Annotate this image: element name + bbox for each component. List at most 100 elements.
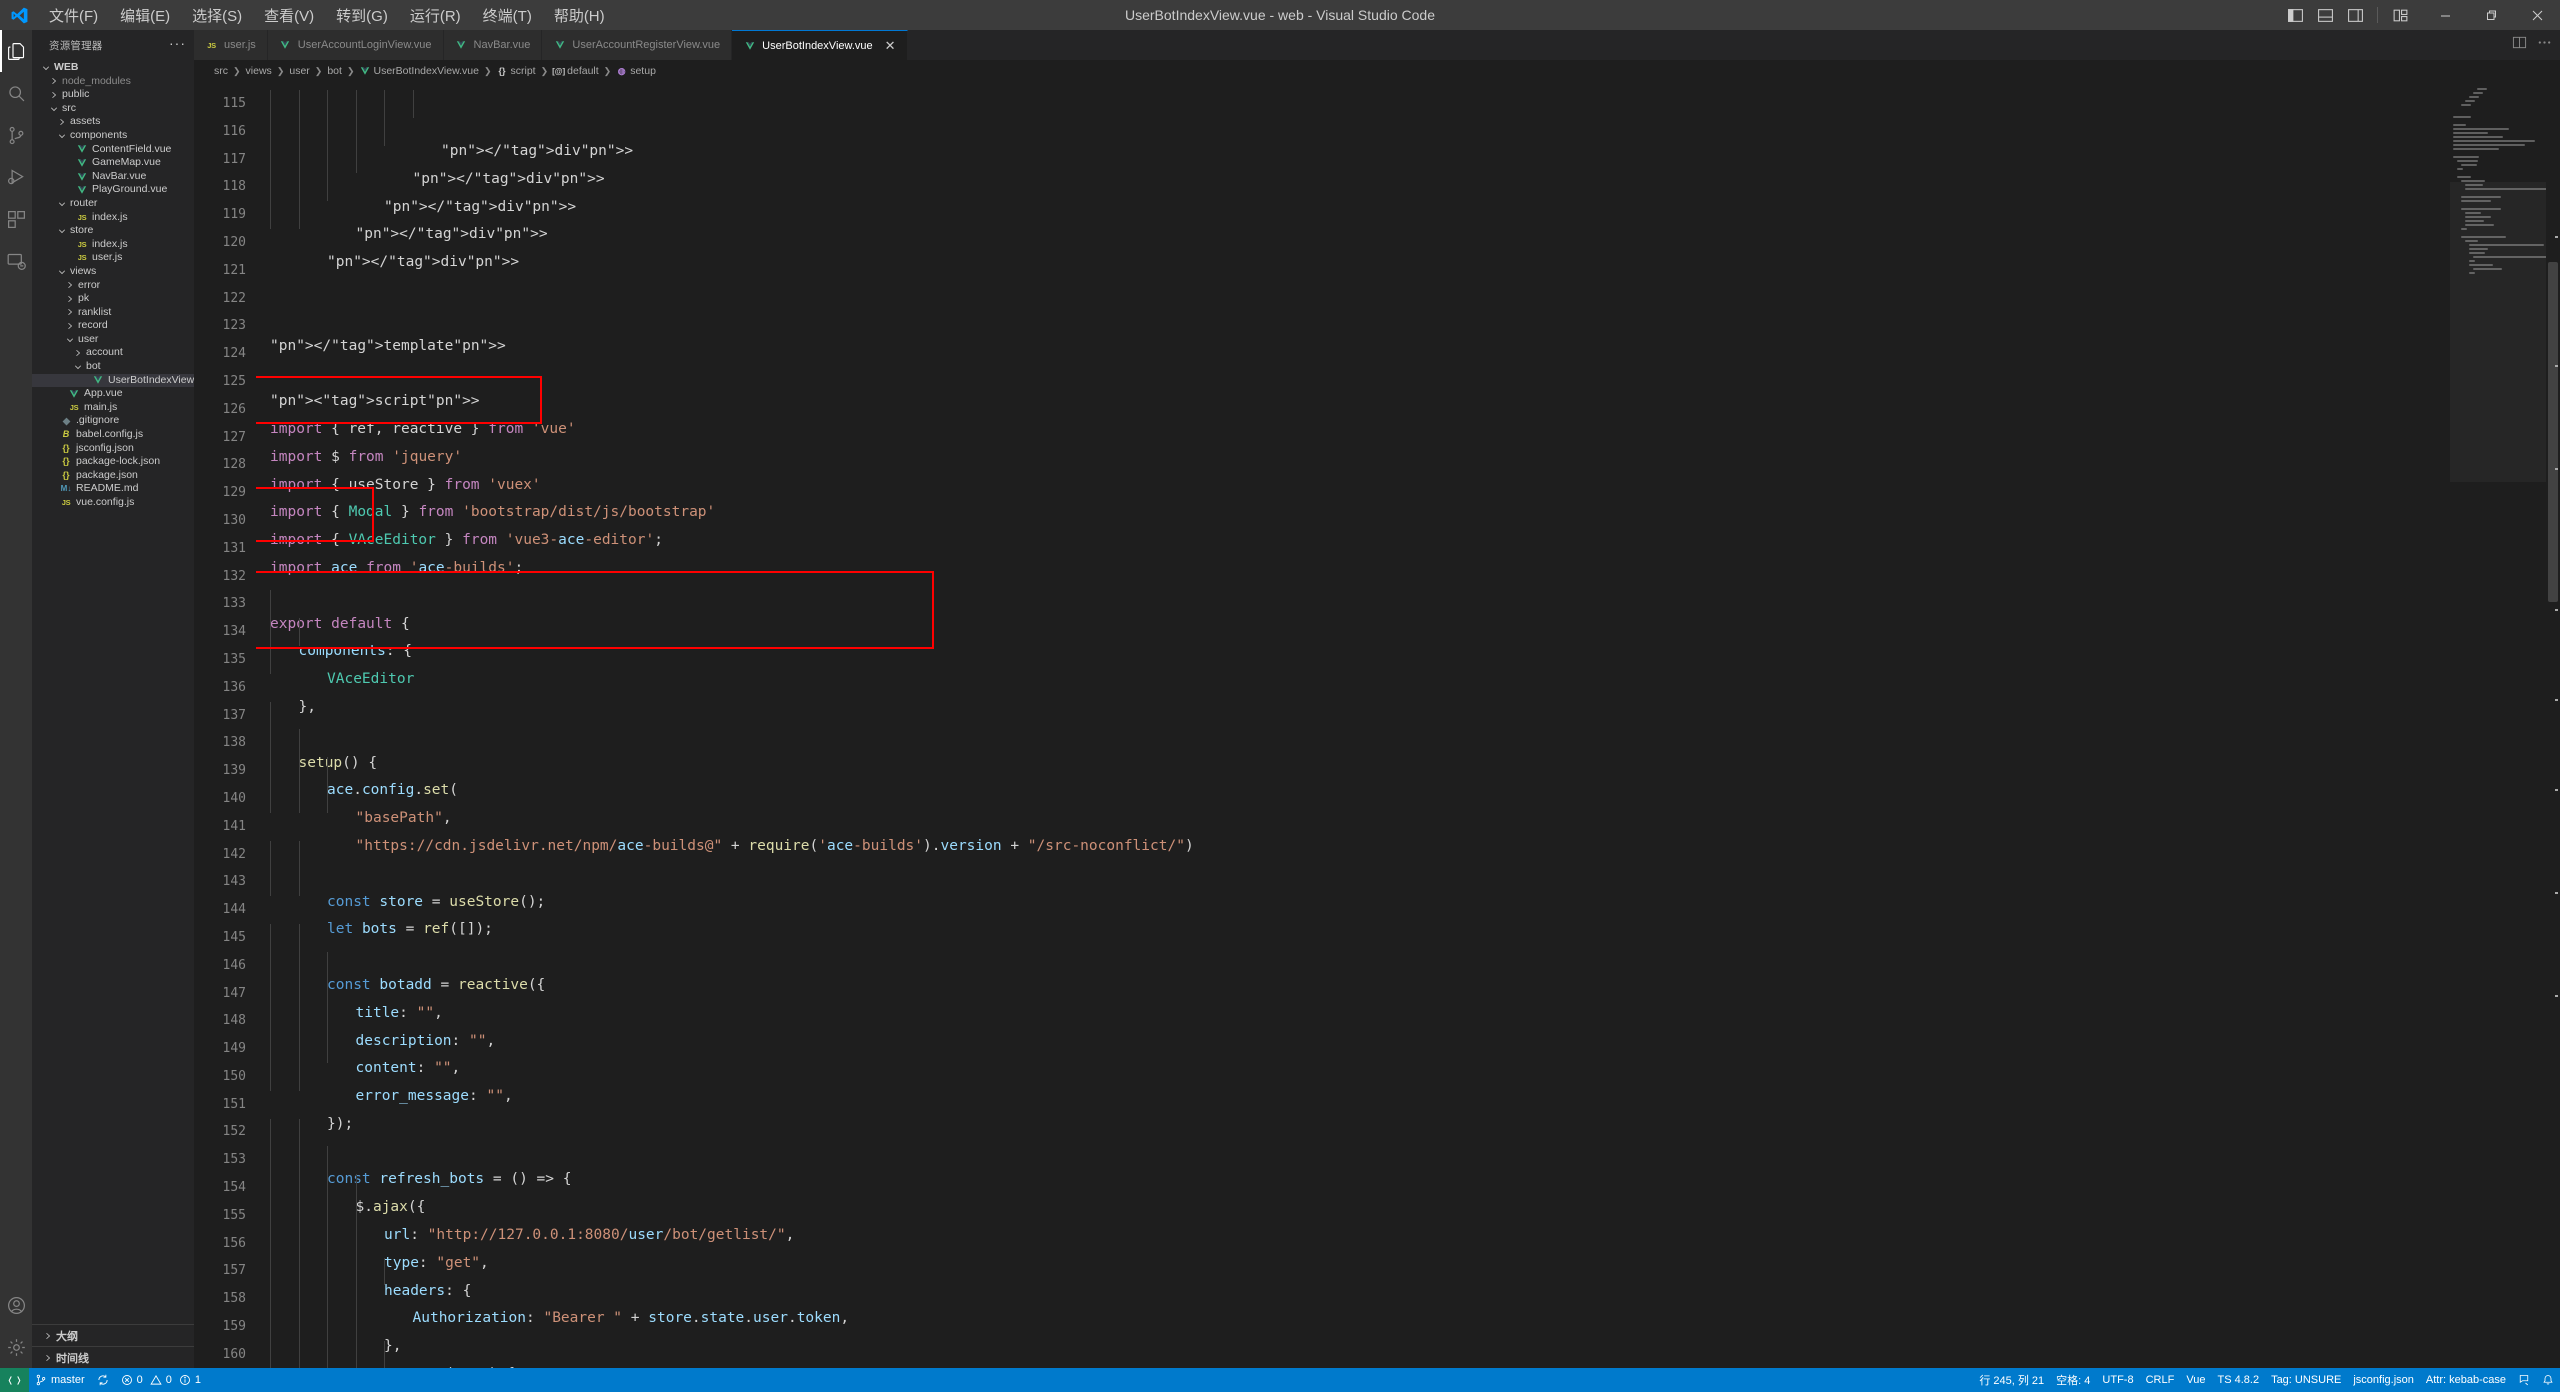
- tree-file[interactable]: NavBar.vue: [32, 170, 194, 184]
- outline-panel-header[interactable]: 大纲: [32, 1324, 194, 1346]
- code-line[interactable]: "pn"></"tag">div"pn">>: [256, 138, 2450, 166]
- tree-folder[interactable]: public: [32, 88, 194, 102]
- tree-folder[interactable]: bot: [32, 360, 194, 374]
- code-line[interactable]: "pn"></"tag">template"pn">>: [256, 333, 2450, 361]
- code-line[interactable]: description: "",: [256, 1028, 2450, 1056]
- editor-vertical-scrollbar[interactable]: [2546, 82, 2560, 1368]
- minimize-button[interactable]: [2422, 0, 2468, 30]
- maximize-button[interactable]: [2468, 0, 2514, 30]
- status-attr[interactable]: Attr: kebab-case: [2420, 1368, 2512, 1392]
- tree-folder[interactable]: record: [32, 319, 194, 333]
- code-line[interactable]: [256, 944, 2450, 972]
- tree-file[interactable]: ContentField.vue: [32, 143, 194, 157]
- status-sync[interactable]: [91, 1368, 115, 1392]
- code-line[interactable]: "pn"></"tag">div"pn">>: [256, 249, 2450, 277]
- tree-folder[interactable]: user: [32, 333, 194, 347]
- tree-file[interactable]: GameMap.vue: [32, 156, 194, 170]
- code-line[interactable]: "https://cdn.jsdelivr.net/npm/ace-builds…: [256, 833, 2450, 861]
- tree-file[interactable]: JS index.js: [32, 211, 194, 225]
- customize-layout-icon[interactable]: [2386, 2, 2414, 28]
- tab-close-icon[interactable]: ✕: [885, 39, 896, 52]
- menu-selection[interactable]: 选择(S): [181, 1, 253, 30]
- tree-folder[interactable]: pk: [32, 292, 194, 306]
- tree-file[interactable]: JS vue.config.js: [32, 496, 194, 510]
- code-line[interactable]: },: [256, 694, 2450, 722]
- code-line[interactable]: "pn"></"tag">div"pn">>: [256, 194, 2450, 222]
- activity-search[interactable]: [0, 72, 32, 114]
- tree-file[interactable]: Bbabel.config.js: [32, 428, 194, 442]
- tree-file[interactable]: M↓ README.md: [32, 482, 194, 496]
- breadcrumb-item[interactable]: views: [246, 65, 272, 77]
- code-line[interactable]: "pn"><"tag">script"pn">>: [256, 388, 2450, 416]
- menu-view[interactable]: 查看(V): [253, 1, 325, 30]
- tree-file[interactable]: JS main.js: [32, 401, 194, 415]
- status-problems[interactable]: 0 0 1: [115, 1368, 207, 1392]
- tree-folder[interactable]: router: [32, 197, 194, 211]
- code-line[interactable]: url: "http://127.0.0.1:8080/user/bot/get…: [256, 1222, 2450, 1250]
- code-line[interactable]: "basePath",: [256, 805, 2450, 833]
- code-line[interactable]: content: "",: [256, 1055, 2450, 1083]
- code-line[interactable]: title: "",: [256, 1000, 2450, 1028]
- code-line[interactable]: const store = useStore();: [256, 889, 2450, 917]
- code-line[interactable]: });: [256, 1111, 2450, 1139]
- tree-folder[interactable]: store: [32, 224, 194, 238]
- code-editor[interactable]: 115 116 117 118 119 120 121 122 123 124 125 126 127 1…: [194, 82, 2560, 1368]
- code-line[interactable]: import { useStore } from 'vuex': [256, 472, 2450, 500]
- editor-tab[interactable]: JS user.js: [194, 30, 268, 60]
- tree-folder[interactable]: views: [32, 265, 194, 279]
- activity-source-control[interactable]: [0, 114, 32, 156]
- breadcrumb-item[interactable]: ◍ setup: [616, 65, 656, 77]
- menu-run[interactable]: 运行(R): [399, 1, 472, 30]
- code-line[interactable]: "pn"></"tag">div"pn">>: [256, 221, 2450, 249]
- code-line[interactable]: error_message: "",: [256, 1083, 2450, 1111]
- timeline-panel-header[interactable]: 时间线: [32, 1346, 194, 1368]
- tree-folder[interactable]: WEB: [32, 61, 194, 75]
- code-line[interactable]: import $ from 'jquery': [256, 444, 2450, 472]
- tree-folder[interactable]: src: [32, 102, 194, 116]
- breadcrumb-item[interactable]: {} script: [497, 65, 535, 77]
- editor-tab[interactable]: UserAccountRegisterView.vue: [542, 30, 733, 60]
- code-line[interactable]: [256, 583, 2450, 611]
- remote-indicator[interactable]: [0, 1368, 29, 1392]
- status-jsconfig[interactable]: jsconfig.json: [2347, 1368, 2420, 1392]
- minimap[interactable]: [2450, 82, 2546, 1368]
- menu-help[interactable]: 帮助(H): [543, 1, 616, 30]
- code-line[interactable]: [256, 1139, 2450, 1167]
- tree-file[interactable]: {} jsconfig.json: [32, 442, 194, 456]
- code-line[interactable]: const refresh_bots = () => {: [256, 1166, 2450, 1194]
- code-line[interactable]: [256, 277, 2450, 305]
- code-line[interactable]: headers: {: [256, 1278, 2450, 1306]
- code-line[interactable]: import { Modal } from 'bootstrap/dist/js…: [256, 499, 2450, 527]
- code-line[interactable]: VAceEditor: [256, 666, 2450, 694]
- status-indentation[interactable]: 空格: 4: [2050, 1368, 2096, 1392]
- tree-file[interactable]: JS user.js: [32, 251, 194, 265]
- code-line[interactable]: setup() {: [256, 750, 2450, 778]
- breadcrumb-item[interactable]: UserBotIndexView.vue: [360, 65, 479, 77]
- breadcrumb-item[interactable]: [@] default: [552, 65, 599, 77]
- code-line[interactable]: components: {: [256, 638, 2450, 666]
- tree-folder[interactable]: account: [32, 346, 194, 360]
- code-line[interactable]: success(resp) {: [256, 1361, 2450, 1368]
- activity-accounts[interactable]: [0, 1284, 32, 1326]
- status-bell-icon[interactable]: [2536, 1368, 2560, 1392]
- breadcrumb-item[interactable]: bot: [327, 65, 342, 77]
- tree-folder[interactable]: error: [32, 279, 194, 293]
- code-line[interactable]: Authorization: "Bearer " + store.state.u…: [256, 1305, 2450, 1333]
- status-branch[interactable]: master: [29, 1368, 91, 1392]
- code-content[interactable]: "pn"></"tag">div"pn">> "pn"></"tag">div"p…: [256, 82, 2450, 1368]
- code-line[interactable]: type: "get",: [256, 1250, 2450, 1278]
- tree-file[interactable]: JS index.js: [32, 238, 194, 252]
- activity-remote-explorer[interactable]: [0, 240, 32, 282]
- menu-go[interactable]: 转到(G): [325, 1, 399, 30]
- code-line[interactable]: $.ajax({: [256, 1194, 2450, 1222]
- tree-folder[interactable]: components: [32, 129, 194, 143]
- menu-file[interactable]: 文件(F): [38, 1, 109, 30]
- editor-tab[interactable]: UserBotIndexView.vue ✕: [732, 30, 908, 60]
- split-editor-icon[interactable]: [2512, 35, 2527, 55]
- minimap-slider[interactable]: [2450, 182, 2546, 482]
- breadcrumb-item[interactable]: user: [289, 65, 309, 77]
- status-eol[interactable]: CRLF: [2140, 1368, 2181, 1392]
- more-editor-actions-icon[interactable]: [2537, 35, 2552, 55]
- status-typescript-version[interactable]: TS 4.8.2: [2211, 1368, 2265, 1392]
- code-line[interactable]: },: [256, 1333, 2450, 1361]
